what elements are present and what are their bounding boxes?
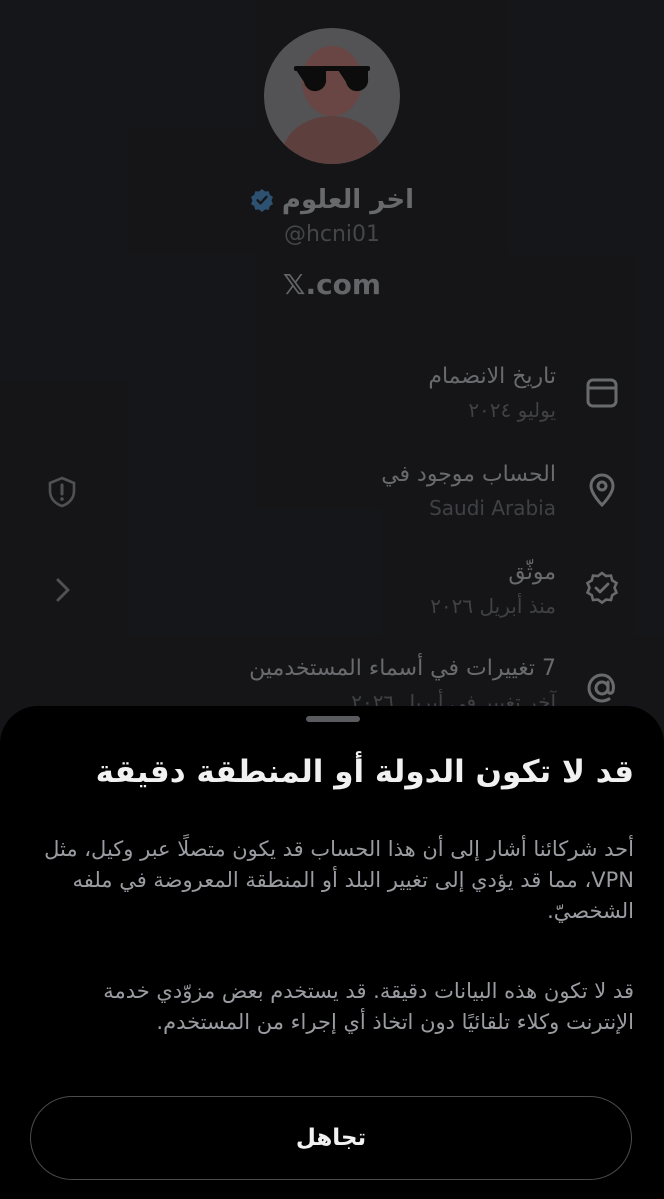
bottom-sheet: قد لا تكون الدولة أو المنطقة دقيقة أحد ش… [0,706,664,1199]
sheet-grabber-handle[interactable] [306,716,360,722]
dismiss-button[interactable]: تجاهل [30,1096,632,1180]
sheet-paragraph-1: أحد شركائنا أشار إلى أن هذا الحساب قد يك… [44,837,634,923]
sheet-title: قد لا تكون الدولة أو المنطقة دقيقة [95,754,634,790]
sheet-paragraph-2: قد لا تكون هذه البيانات دقيقة. قد يستخدم… [103,979,634,1034]
